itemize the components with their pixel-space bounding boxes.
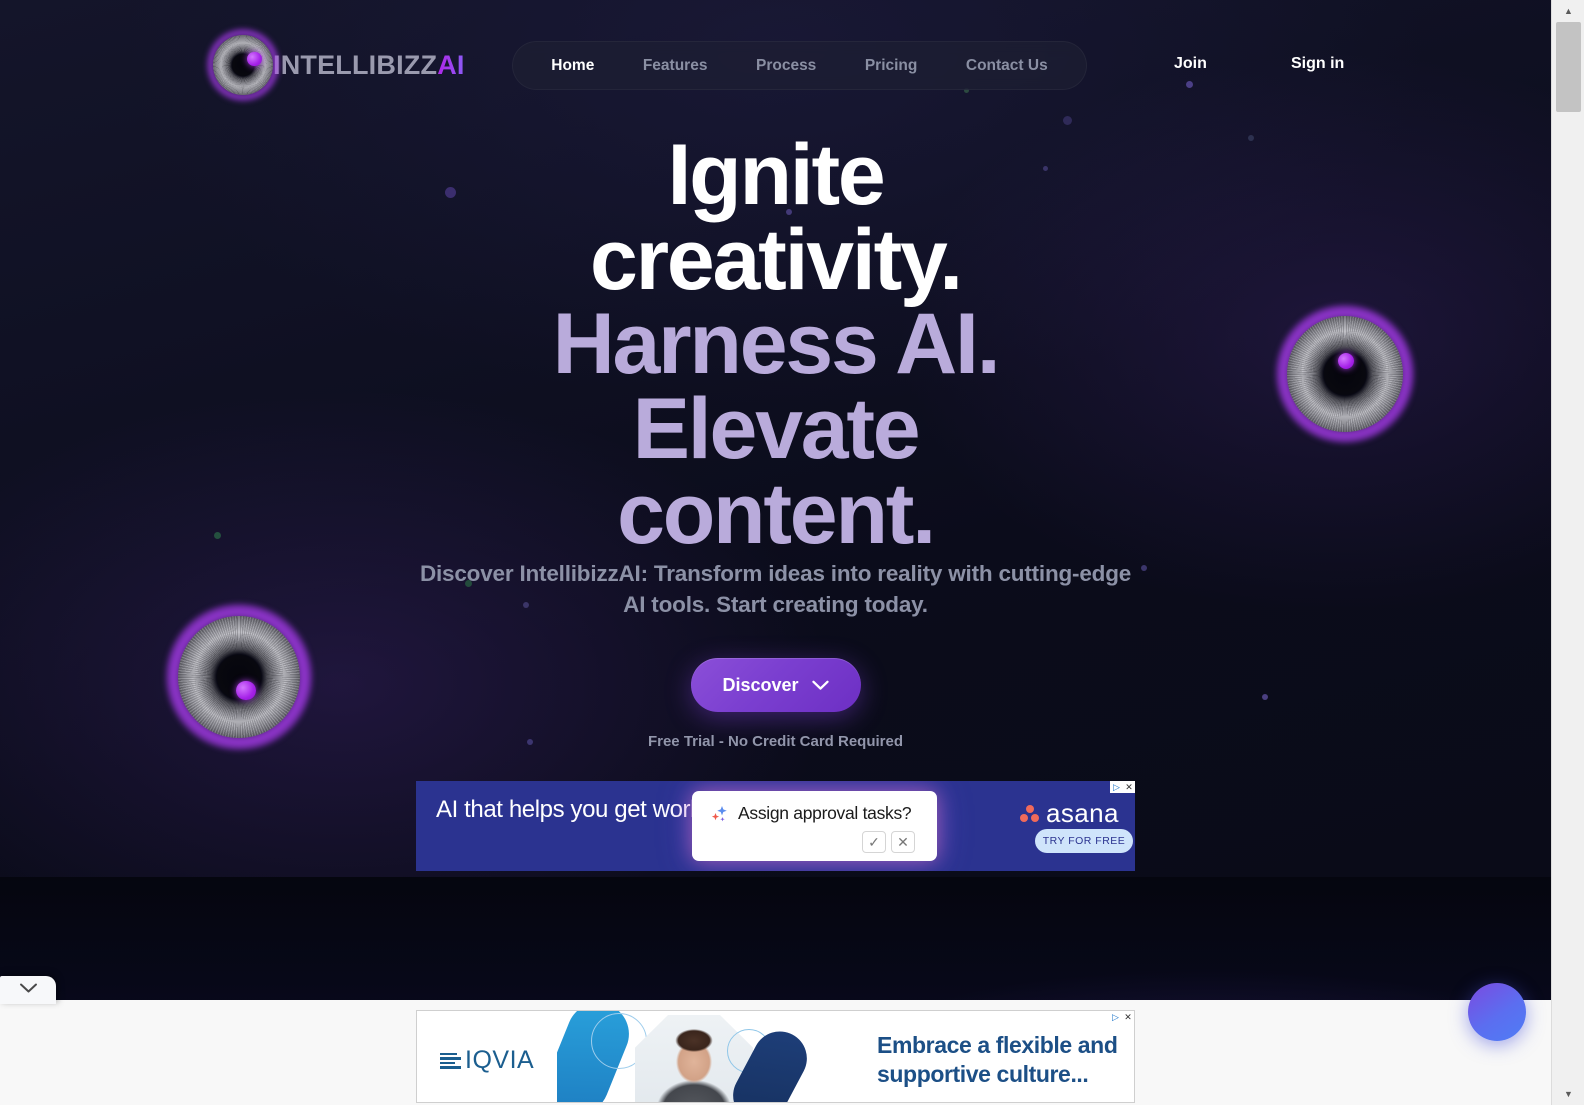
headline-line: Ignite xyxy=(667,127,885,223)
brand-name: INTELLIBIZZAI xyxy=(273,50,465,81)
main-navigation: Home Features Process Pricing Contact Us xyxy=(512,41,1087,90)
nav-item-home[interactable]: Home xyxy=(539,51,606,81)
nav-item-contact-us[interactable]: Contact Us xyxy=(954,51,1060,81)
triangle-up-icon[interactable]: ▲ xyxy=(1552,2,1584,20)
ad-iqvia-headline: Embrace a flexible and supportive cultur… xyxy=(877,1032,1118,1087)
chat-bubble-icon[interactable] xyxy=(1468,983,1526,1041)
orb-highlight-dot xyxy=(1337,352,1354,370)
vertical-scrollbar[interactable]: ▲ ▼ xyxy=(1551,0,1584,1105)
join-button[interactable]: Join xyxy=(1174,55,1207,73)
brand-logo[interactable]: INTELLIBIZZAI xyxy=(207,29,465,101)
eye-orb-icon xyxy=(207,29,279,101)
discover-button-label: Discover xyxy=(722,674,799,695)
orb-highlight-dot xyxy=(236,680,256,701)
check-icon[interactable]: ✓ xyxy=(862,831,886,853)
decor-particle xyxy=(1141,565,1147,571)
headline-line: content. xyxy=(617,465,936,562)
orb-highlight-dot xyxy=(247,52,262,67)
nav-item-features[interactable]: Features xyxy=(631,51,720,81)
headline-line: Harness AI. xyxy=(552,296,1001,393)
iqvia-bars-icon xyxy=(440,1052,461,1069)
advertisement-iqvia[interactable]: IQVIA Embrace a flexible and supportive … xyxy=(416,1010,1135,1103)
ad-choices-bar: ▷ ✕ xyxy=(1109,1011,1134,1023)
web-page: Ignite creativity. Harness AI. Elevate c… xyxy=(0,0,1551,1105)
close-icon[interactable]: ✕ xyxy=(1123,781,1135,793)
ad-asana-task-card: Assign approval tasks? ✓ ✕ xyxy=(692,791,937,861)
brand-name-primary: INTELLIBIZZ xyxy=(273,49,438,80)
adchoices-icon[interactable]: ▷ xyxy=(1109,1011,1122,1023)
close-icon[interactable]: ✕ xyxy=(1122,1011,1134,1023)
ad-iqvia-artwork xyxy=(557,1011,847,1102)
asana-dots-icon xyxy=(1020,805,1039,822)
chevron-down-icon xyxy=(811,680,829,691)
brand-name-accent: AI xyxy=(437,49,465,80)
browser-viewport: Ignite creativity. Harness AI. Elevate c… xyxy=(0,0,1584,1105)
chevron-down-icon xyxy=(19,981,38,999)
headline-line: creativity. xyxy=(590,211,963,308)
decor-particle xyxy=(527,739,533,745)
triangle-down-icon[interactable]: ▼ xyxy=(1552,1085,1584,1103)
eye-orb-icon xyxy=(166,604,312,750)
bottom-collapse-tab[interactable] xyxy=(0,976,56,1004)
sign-in-button[interactable]: Sign in xyxy=(1291,55,1344,73)
ad-asana-brand-label: asana xyxy=(1046,798,1119,828)
decor-particle xyxy=(214,532,221,539)
discover-button[interactable]: Discover xyxy=(690,658,861,712)
sparkle-icon xyxy=(709,804,731,831)
site-header: INTELLIBIZZAI Home Features Process Pric… xyxy=(0,0,1551,130)
adchoices-icon[interactable]: ▷ xyxy=(1110,781,1123,793)
scrollbar-thumb[interactable] xyxy=(1556,22,1581,112)
nav-item-process[interactable]: Process xyxy=(744,51,828,81)
advertisement-asana[interactable]: AI that helps you get work done Assign a… xyxy=(416,781,1135,871)
headline-line: Elevate xyxy=(632,381,921,478)
hero-cta-wrap: Discover xyxy=(690,658,861,712)
hero-subtitle: Discover IntellibizzAI: Transform ideas … xyxy=(419,561,1132,618)
ad-asana-brand: asana xyxy=(1020,798,1119,829)
hero-section: Ignite creativity. Harness AI. Elevate c… xyxy=(0,0,1551,877)
ad-asana-cta-button[interactable]: TRY FOR FREE xyxy=(1035,829,1133,853)
close-icon[interactable]: ✕ xyxy=(891,831,915,853)
nav-item-pricing[interactable]: Pricing xyxy=(853,51,930,81)
ad-asana-card-text: Assign approval tasks? xyxy=(738,803,912,823)
decor-particle xyxy=(1262,694,1268,700)
page-title: Ignite creativity. Harness AI. Elevate c… xyxy=(226,127,1326,562)
ad-iqvia-brand: IQVIA xyxy=(440,1046,534,1075)
free-trial-note: Free Trial - No Credit Card Required xyxy=(647,733,904,750)
ad-iqvia-brand-label: IQVIA xyxy=(465,1046,535,1074)
ad-choices-bar: ▷ ✕ xyxy=(1110,781,1135,793)
